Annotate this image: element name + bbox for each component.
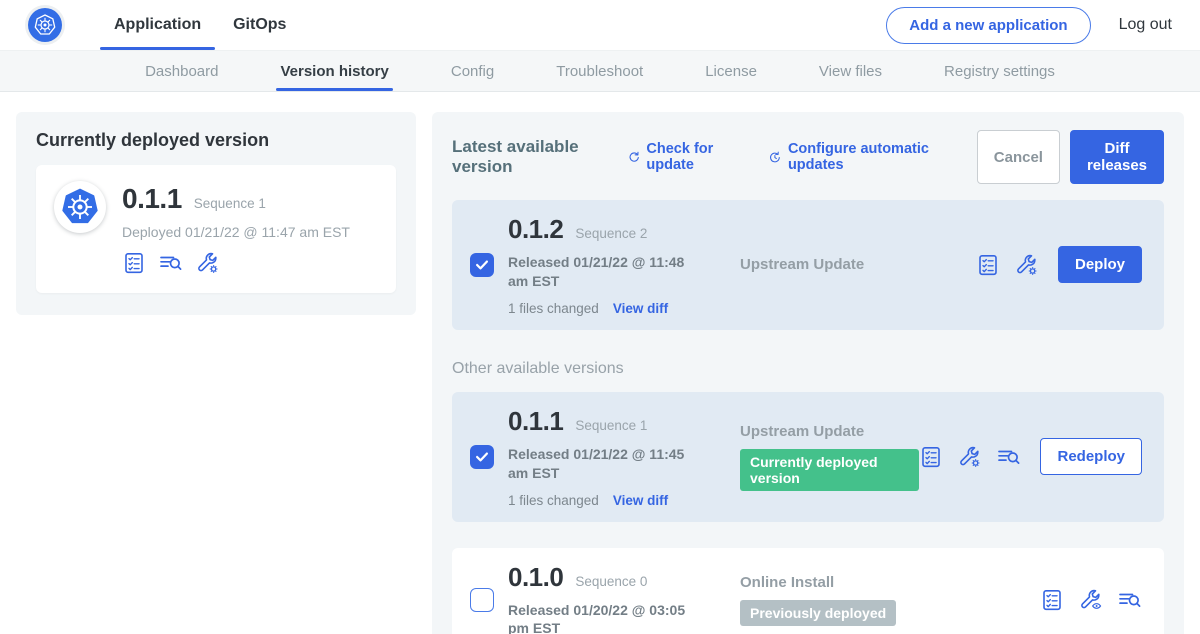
version-sequence: Sequence 1 — [575, 418, 647, 433]
wrench-gear-config-icon[interactable] — [1015, 253, 1039, 277]
currently-deployed-panel: Currently deployed version 0.1.1 Sequenc… — [16, 112, 416, 315]
version-row-0-1-2: 0.1.2 Sequence 2 Released 01/21/22 @ 11:… — [452, 200, 1164, 330]
subtab-license-label: License — [705, 63, 757, 80]
files-changed-line: 1 files changed View diff — [508, 301, 736, 316]
version-actions — [1040, 588, 1146, 612]
view-diff-link[interactable]: View diff — [613, 493, 668, 508]
circular-refresh-icon — [627, 149, 641, 166]
version-row-0-1-1: 0.1.1 Sequence 1 Released 01/21/22 @ 11:… — [452, 392, 1164, 522]
files-changed-line: 1 files changed View diff — [508, 493, 736, 508]
diff-releases-button[interactable]: Diff releases — [1070, 130, 1164, 184]
view-logs-icon[interactable] — [159, 251, 183, 275]
tab-gitops[interactable]: GitOps — [217, 0, 302, 50]
released-timestamp: Released 01/21/22 @ 11:48 am EST — [508, 253, 708, 291]
check-for-update-link[interactable]: Check for update — [627, 141, 743, 173]
version-info: 0.1.2 Sequence 2 Released 01/21/22 @ 11:… — [508, 214, 736, 316]
version-number: 0.1.2 — [508, 214, 563, 245]
version-actions: Redeploy — [919, 438, 1146, 475]
preflight-checklist-icon[interactable] — [976, 253, 1000, 277]
tab-application-label: Application — [114, 16, 201, 34]
logout-link[interactable]: Log out — [1119, 16, 1172, 34]
preflight-checklist-icon[interactable] — [122, 251, 146, 275]
version-source: Upstream Update — [740, 256, 864, 273]
subtab-config[interactable]: Config — [447, 51, 498, 91]
wrench-gear-config-icon[interactable] — [958, 445, 982, 469]
available-panel-title: Latest available version — [452, 137, 609, 177]
released-timestamp: Released 01/21/22 @ 11:45 am EST — [508, 445, 708, 483]
top-nav: Application GitOps — [98, 0, 302, 50]
subtab-troubleshoot-label: Troubleshoot — [556, 63, 643, 80]
deployed-panel-title: Currently deployed version — [36, 130, 396, 151]
add-application-button[interactable]: Add a new application — [886, 7, 1090, 44]
files-changed-count: 1 files changed — [508, 301, 599, 316]
version-info: 0.1.0 Sequence 0 Released 01/20/22 @ 03:… — [508, 562, 736, 634]
view-diff-link[interactable]: View diff — [613, 301, 668, 316]
version-checkbox[interactable] — [470, 253, 494, 277]
version-info: 0.1.1 Sequence 1 Released 01/21/22 @ 11:… — [508, 406, 736, 508]
version-source: Upstream Update — [740, 423, 864, 440]
deployed-version-number: 0.1.1 — [122, 183, 182, 215]
deployed-version-card: 0.1.1 Sequence 1 Deployed 01/21/22 @ 11:… — [36, 165, 396, 293]
version-sequence: Sequence 2 — [575, 226, 647, 241]
main-content: Currently deployed version 0.1.1 Sequenc… — [0, 92, 1200, 634]
clock-refresh-icon — [768, 149, 782, 166]
deployed-version-sequence: Sequence 1 — [194, 196, 266, 211]
subtab-license[interactable]: License — [701, 51, 761, 91]
version-row-0-1-0: 0.1.0 Sequence 0 Released 01/20/22 @ 03:… — [452, 548, 1164, 634]
version-number: 0.1.0 — [508, 562, 563, 593]
wrench-eye-config-icon[interactable] — [1079, 588, 1103, 612]
tab-application[interactable]: Application — [98, 0, 217, 50]
preflight-checklist-icon[interactable] — [1040, 588, 1064, 612]
configure-automatic-updates-link[interactable]: Configure automatic updates — [768, 141, 951, 173]
subtab-version-history-label: Version history — [280, 63, 388, 80]
check-for-update-label: Check for update — [646, 141, 742, 173]
version-status: Upstream Update Currently deployed versi… — [736, 423, 919, 491]
view-logs-icon[interactable] — [997, 445, 1021, 469]
version-status: Upstream Update — [736, 256, 976, 273]
subtab-registry-settings[interactable]: Registry settings — [940, 51, 1059, 91]
released-timestamp: Released 01/20/22 @ 03:05 pm EST — [508, 601, 708, 634]
other-versions-title: Other available versions — [452, 360, 1164, 378]
deploy-button[interactable]: Deploy — [1058, 246, 1142, 283]
subtab-dashboard-label: Dashboard — [145, 63, 218, 80]
version-actions: Deploy — [976, 246, 1146, 283]
currently-deployed-badge: Currently deployed version — [740, 449, 919, 491]
deployed-version-info: 0.1.1 Sequence 1 Deployed 01/21/22 @ 11:… — [122, 181, 350, 275]
deployed-icon-row — [122, 251, 350, 275]
version-source: Online Install — [740, 574, 834, 591]
header-actions: Cancel Diff releases — [977, 130, 1164, 184]
version-sequence: Sequence 0 — [575, 574, 647, 589]
app-sub-nav: Dashboard Version history Config Trouble… — [0, 50, 1200, 92]
preflight-checklist-icon[interactable] — [919, 445, 943, 469]
app-icon — [54, 181, 106, 233]
version-status: Online Install Previously deployed — [736, 574, 1040, 626]
view-logs-icon[interactable] — [1118, 588, 1142, 612]
subtab-config-label: Config — [451, 63, 494, 80]
subtab-version-history[interactable]: Version history — [276, 51, 392, 91]
version-checkbox[interactable] — [470, 445, 494, 469]
available-versions-panel: Latest available version Check for updat… — [432, 112, 1184, 634]
kubernetes-logo-icon — [28, 8, 62, 42]
wrench-gear-config-icon[interactable] — [196, 251, 220, 275]
tab-gitops-label: GitOps — [233, 16, 286, 34]
subtab-view-files[interactable]: View files — [815, 51, 886, 91]
top-bar: Application GitOps Add a new application… — [0, 0, 1200, 50]
previously-deployed-badge: Previously deployed — [740, 600, 896, 626]
subtab-view-files-label: View files — [819, 63, 882, 80]
redeploy-button[interactable]: Redeploy — [1040, 438, 1142, 475]
configure-automatic-updates-label: Configure automatic updates — [788, 141, 951, 173]
available-header: Latest available version Check for updat… — [452, 130, 1164, 184]
subtab-registry-settings-label: Registry settings — [944, 63, 1055, 80]
subtab-troubleshoot[interactable]: Troubleshoot — [552, 51, 647, 91]
subtab-dashboard[interactable]: Dashboard — [141, 51, 222, 91]
version-number: 0.1.1 — [508, 406, 563, 437]
deployed-timestamp: Deployed 01/21/22 @ 11:47 am EST — [122, 224, 350, 240]
cancel-button[interactable]: Cancel — [977, 130, 1060, 184]
version-checkbox[interactable] — [470, 588, 494, 612]
files-changed-count: 1 files changed — [508, 493, 599, 508]
